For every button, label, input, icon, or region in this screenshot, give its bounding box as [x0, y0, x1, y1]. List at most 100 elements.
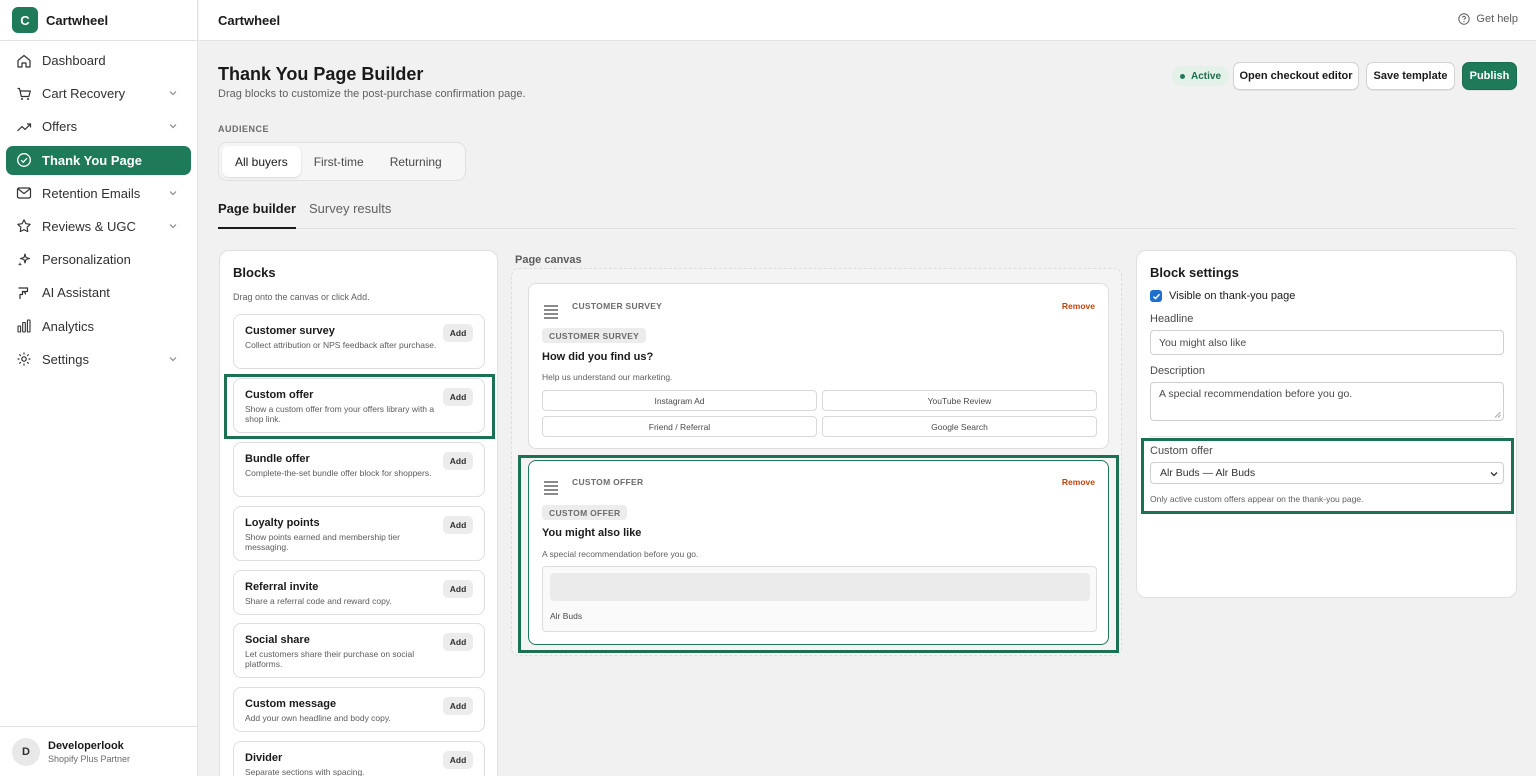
custom-offer-select[interactable]: Alr Buds — Alr Buds — [1150, 462, 1504, 484]
sidebar-item-reviews-ugc[interactable]: Reviews & UGC — [6, 212, 191, 241]
sidebar-item-analytics[interactable]: Analytics — [6, 312, 191, 341]
visible-checkbox[interactable] — [1150, 290, 1162, 302]
sidebar-item-label: Settings — [42, 351, 89, 367]
sidebar-item-ai-assistant[interactable]: AI Assistant — [6, 278, 191, 307]
drag-handle-icon[interactable] — [544, 481, 558, 495]
user-role: Shopify Plus Partner — [48, 753, 131, 764]
survey-option[interactable]: Google Search — [822, 416, 1097, 437]
block-name: Divider — [245, 752, 283, 764]
checkmark-icon — [1152, 293, 1160, 300]
add-block-button[interactable]: Add — [443, 388, 473, 406]
remove-survey-button[interactable]: Remove — [1062, 301, 1095, 311]
brand[interactable]: C Cartwheel — [0, 0, 197, 41]
sidebar-item-label: Reviews & UGC — [42, 218, 136, 234]
block-description: Complete-the-set bundle offer block for … — [245, 468, 432, 478]
save-template-button[interactable]: Save template — [1366, 62, 1455, 90]
block-description: Separate sections with spacing. — [245, 767, 365, 776]
cart-icon — [16, 86, 32, 102]
add-block-button[interactable]: Add — [443, 633, 473, 651]
offer-product-card[interactable]: Alr Buds — [542, 566, 1097, 632]
sidebar-item-label: AI Assistant — [42, 285, 110, 301]
add-block-button[interactable]: Add — [443, 751, 473, 769]
sidebar-nav: Dashboard Cart Recovery Offers Thank You Pa… — [0, 41, 197, 374]
get-help-link[interactable]: Get help — [1458, 13, 1518, 25]
custom-offer-value: Alr Buds — Alr Buds — [1160, 467, 1256, 479]
block-type-label: CUSTOMER SURVEY — [572, 301, 663, 311]
tabs: Page builder Survey results — [218, 199, 1516, 229]
block-card-referral-invite[interactable]: Referral invite Share a referral code and… — [233, 570, 485, 615]
chevron-down-icon[interactable] — [167, 87, 179, 99]
trend-icon — [16, 119, 32, 135]
sidebar-item-dashboard[interactable]: Dashboard — [6, 46, 191, 75]
description-field[interactable]: A special recommendation before you go. — [1150, 382, 1504, 421]
sidebar-item-thank-you-page[interactable]: Thank You Page — [6, 145, 191, 175]
brand-name: Cartwheel — [46, 12, 109, 28]
status-badge: Active — [1172, 66, 1230, 86]
tab-page-builder[interactable]: Page builder — [218, 201, 297, 229]
add-block-button[interactable]: Add — [443, 516, 473, 534]
audience-all-buyers[interactable]: All buyers — [222, 146, 301, 177]
gear-icon — [16, 351, 32, 367]
open-checkout-editor-button[interactable]: Open checkout editor — [1233, 62, 1359, 90]
add-block-button[interactable]: Add — [443, 580, 473, 598]
sparkle-icon — [16, 252, 32, 268]
drag-handle-icon[interactable] — [544, 305, 558, 319]
survey-option[interactable]: YouTube Review — [822, 390, 1097, 411]
chevron-down-icon[interactable] — [167, 220, 179, 232]
audience-first-time[interactable]: First-time — [301, 146, 377, 177]
chevron-down-icon[interactable] — [167, 120, 179, 132]
offer-headline: You might also like — [542, 527, 642, 539]
blocks-hint: Drag onto the canvas or click Add. — [233, 292, 370, 302]
audience-returning[interactable]: Returning — [377, 146, 455, 177]
block-name: Custom offer — [245, 389, 314, 401]
survey-option[interactable]: Instagram Ad — [542, 390, 817, 411]
headline-field[interactable]: You might also like — [1150, 330, 1504, 355]
sidebar-item-label: Retention Emails — [42, 185, 141, 201]
add-block-button[interactable]: Add — [443, 697, 473, 715]
chevron-down-icon[interactable] — [167, 353, 179, 365]
add-block-button[interactable]: Add — [443, 452, 473, 470]
canvas-block-customer-survey[interactable]: CUSTOMER SURVEY Remove CUSTOMER SURVEY H… — [528, 283, 1109, 449]
block-type-label: CUSTOM OFFER — [572, 477, 644, 487]
survey-description: Help us understand our marketing. — [542, 372, 673, 382]
description-label: Description — [1150, 365, 1206, 377]
block-card-divider[interactable]: Divider Separate sections with spacing. Ad… — [233, 741, 485, 776]
block-card-customer-survey[interactable]: Customer survey Collect attribution or NP… — [233, 314, 485, 369]
block-name: Bundle offer — [245, 453, 310, 465]
block-card-custom-message[interactable]: Custom message Add your own headline and … — [233, 687, 485, 732]
publish-button[interactable]: Publish — [1462, 62, 1517, 90]
star-icon — [16, 218, 32, 234]
remove-offer-button[interactable]: Remove — [1062, 477, 1095, 487]
block-name: Social share — [245, 634, 310, 646]
block-tag: CUSTOM OFFER — [542, 505, 628, 520]
visible-toggle[interactable]: Visible on thank-you page — [1150, 290, 1295, 302]
user-profile[interactable]: D Developerlook Shopify Plus Partner — [0, 726, 198, 776]
sidebar-item-settings[interactable]: Settings — [6, 345, 191, 374]
block-description: Add your own headline and body copy. — [245, 713, 391, 723]
page-subtitle: Drag blocks to customize the post-purcha… — [218, 88, 526, 100]
visible-label: Visible on thank-you page — [1169, 290, 1296, 302]
topbar-title: Cartwheel — [218, 12, 281, 28]
tab-survey-results[interactable]: Survey results — [309, 201, 391, 227]
sidebar-item-label: Cart Recovery — [42, 86, 126, 102]
block-card-bundle-offer[interactable]: Bundle offer Complete-the-set bundle offe… — [233, 442, 485, 497]
sidebar-item-offers[interactable]: Offers — [6, 112, 191, 141]
block-card-social-share[interactable]: Social share Let customers share their pu… — [233, 623, 485, 678]
survey-option[interactable]: Friend / Referral — [542, 416, 817, 437]
topbar: Cartwheel Get help — [199, 0, 1536, 41]
block-tag: CUSTOMER SURVEY — [542, 328, 647, 343]
resize-handle-icon[interactable] — [1494, 411, 1501, 418]
sidebar-item-personalization[interactable]: Personalization — [6, 245, 191, 274]
add-block-button[interactable]: Add — [443, 324, 473, 342]
sidebar-item-cart-recovery[interactable]: Cart Recovery — [6, 79, 191, 108]
block-card-custom-offer[interactable]: Custom offer Show a custom offer from you… — [233, 378, 485, 433]
page-title: Thank You Page Builder — [218, 64, 424, 84]
chevron-down-icon[interactable] — [167, 187, 179, 199]
blocks-panel: Blocks Drag onto the canvas or click Add… — [219, 250, 498, 776]
status-text: Active — [1191, 70, 1222, 82]
canvas-block-custom-offer[interactable]: CUSTOM OFFER Remove CUSTOM OFFER You mig… — [528, 460, 1109, 645]
block-description: Collect attribution or NPS feedback afte… — [245, 340, 437, 350]
block-card-loyalty-points[interactable]: Loyalty points Show points earned and mem… — [233, 506, 485, 561]
block-name: Custom message — [245, 698, 337, 710]
sidebar-item-retention-emails[interactable]: Retention Emails — [6, 179, 191, 208]
